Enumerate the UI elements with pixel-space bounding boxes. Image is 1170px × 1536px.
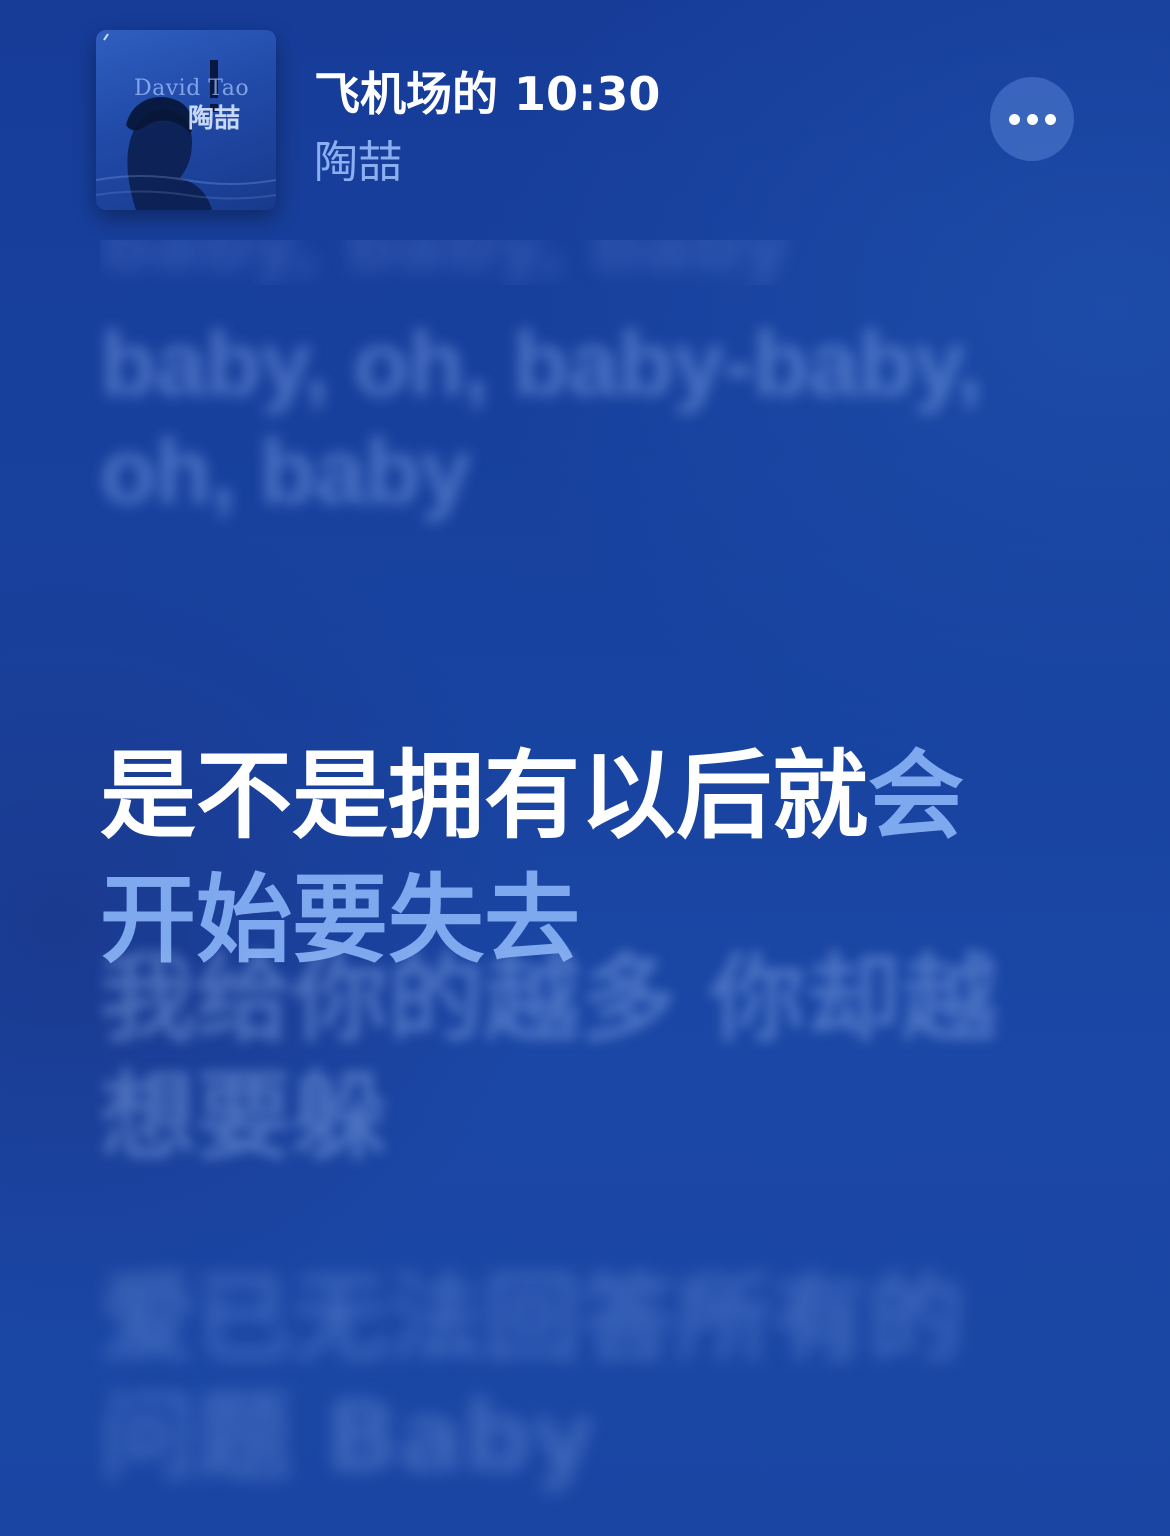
lyric-unsung-text: 会 [868,740,964,852]
song-artist[interactable]: 陶喆 [314,126,402,190]
lyric-sung-text: 是不是拥有以后就 [100,740,868,852]
ellipsis-icon [1008,113,1020,125]
album-artwork[interactable]: David Tao 陶喆 [96,30,276,210]
ellipsis-icon [1044,113,1056,125]
lyric-line-next[interactable]: 我给你的越多 你却越 想要躲 [100,940,1060,1176]
artwork-figure-icon [96,33,276,210]
now-playing-header: David Tao 陶喆 飞机场的 10:30 陶喆 [0,0,1170,230]
song-title[interactable]: 飞机场的 10:30 [314,58,660,124]
lyric-line-current[interactable]: 是不是拥有以后就会 开始要失去 [100,610,1060,982]
more-options-button[interactable] [990,77,1074,161]
ellipsis-icon [1026,113,1038,125]
artwork-text-zh: 陶喆 [188,104,241,134]
lyric-line-next[interactable]: 爱已无法回答所有的 问题 Baby [100,1260,1060,1496]
lyric-line-previous[interactable]: baby, oh, baby-baby, oh, baby [100,310,1060,526]
